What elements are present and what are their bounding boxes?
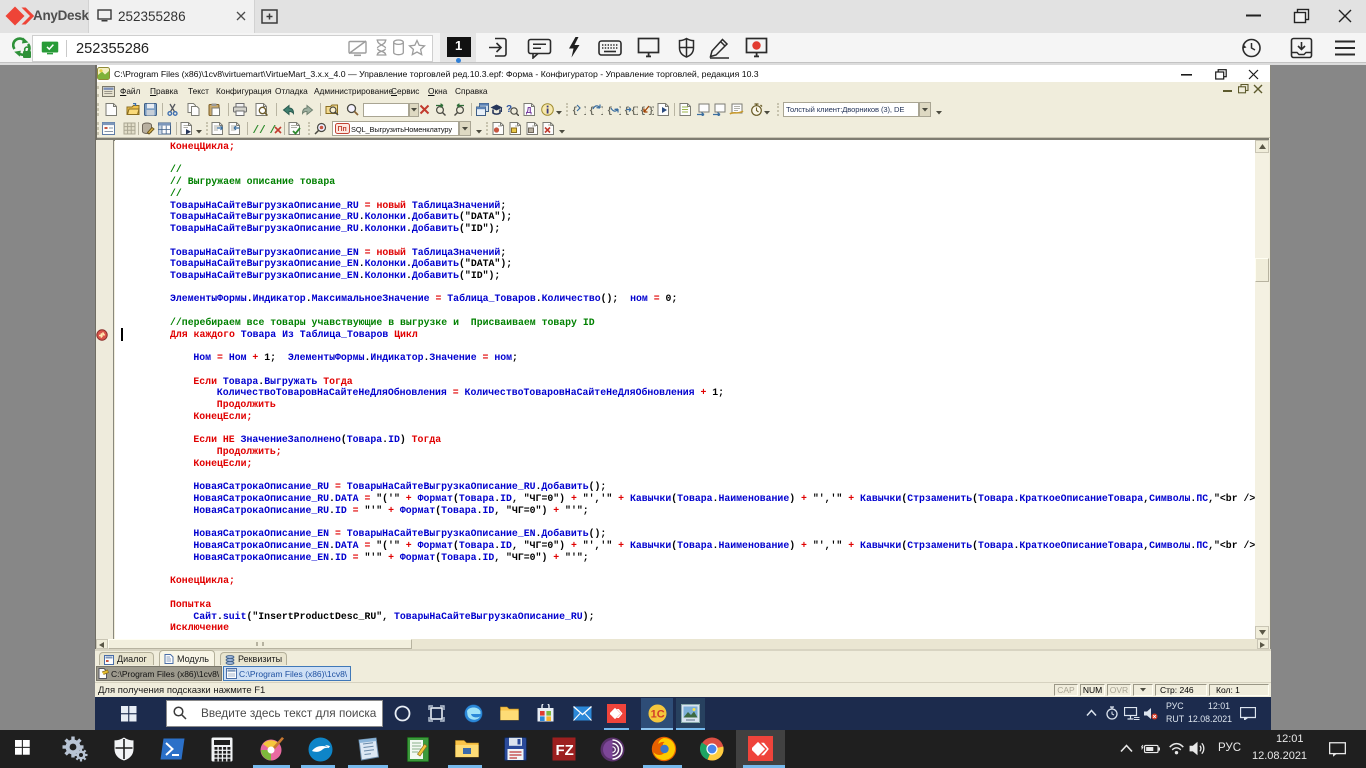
svg-text:{: { xyxy=(631,105,637,116)
svg-text:/: / xyxy=(270,125,277,135)
svg-text:FZ: FZ xyxy=(556,742,574,759)
svg-text:Д: Д xyxy=(526,106,532,115)
svg-text://: // xyxy=(253,125,266,135)
svg-text:Пп: Пп xyxy=(338,126,347,133)
svg-text:1С: 1С xyxy=(651,709,665,721)
svg-text:{ }: { } xyxy=(589,105,603,116)
svg-text:}: } xyxy=(648,105,654,116)
